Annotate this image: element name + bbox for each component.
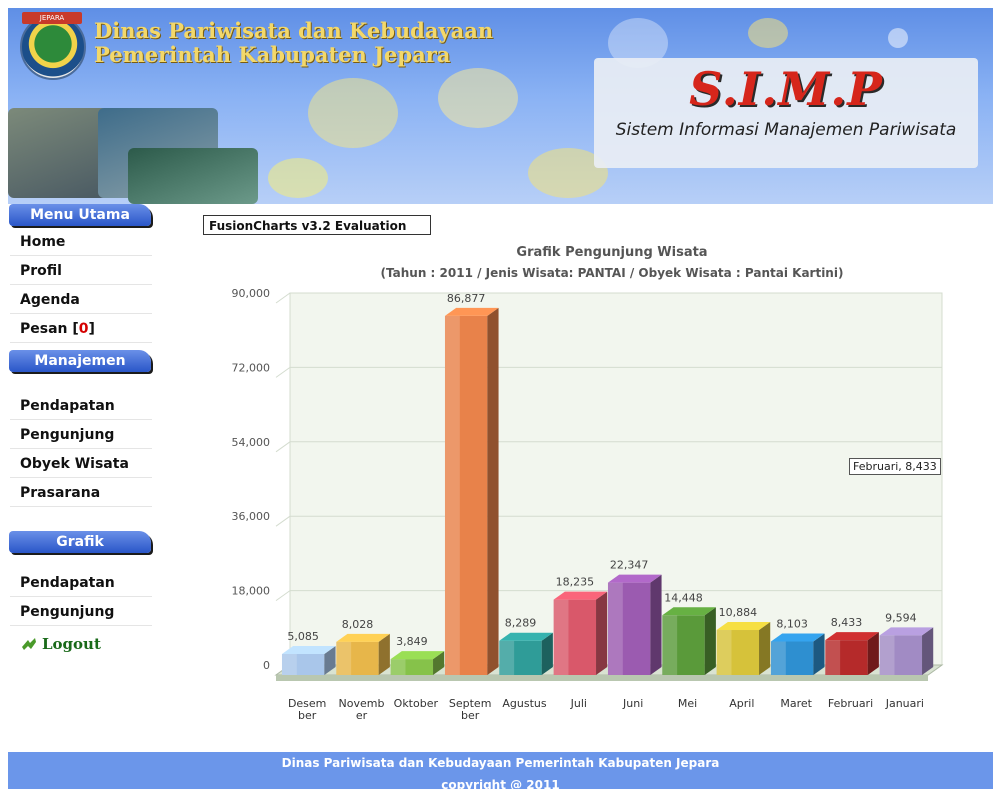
bar-value-label: 22,347: [610, 559, 649, 572]
y-tick-label: 72,000: [232, 361, 271, 374]
y-tick-label: 0: [263, 659, 270, 672]
bar-highlight: [390, 659, 406, 675]
bar-side: [922, 627, 934, 675]
bar-value-label: 18,235: [556, 576, 595, 589]
bar-side: [759, 622, 771, 675]
bar-side: [650, 574, 662, 675]
y-tick-label: 36,000: [232, 510, 271, 523]
grid-line-depth: [275, 441, 291, 453]
y-tick-label: 18,000: [232, 585, 271, 598]
bar-value-label: 10,884: [719, 606, 758, 619]
footer: Dinas Pariwisata dan Kebudayaan Pemerint…: [8, 752, 993, 792]
bar-highlight: [281, 653, 297, 675]
bar-value-label: 3,849: [396, 635, 428, 648]
bar-value-label: 8,103: [776, 618, 808, 631]
y-tick-label: 54,000: [232, 436, 271, 449]
bar-value-label: 5,085: [287, 630, 319, 643]
x-tick-label: ber: [461, 709, 480, 722]
bar-side: [704, 607, 716, 675]
x-tick-label: Mei: [678, 697, 697, 710]
bar-side: [596, 591, 608, 675]
x-tick-label: er: [356, 709, 368, 722]
footer-copyright: copyright @ 2011: [441, 778, 560, 792]
plot-floor-edge: [276, 675, 928, 681]
footer-line1: Dinas Pariwisata dan Kebudayaan Pemerint…: [281, 756, 720, 770]
x-tick-label: Maret: [780, 697, 812, 710]
bar-highlight: [336, 641, 352, 675]
x-tick-label: Oktober: [394, 697, 439, 710]
chart-tooltip: Februari, 8,433: [849, 458, 941, 475]
chart-canvas: 018,00036,00054,00072,00090,0005,085Dese…: [232, 287, 944, 722]
bar-highlight: [444, 315, 460, 675]
bar-highlight: [770, 641, 786, 675]
bar-value-label: 8,028: [342, 618, 374, 631]
bar-value-label: 8,289: [505, 617, 537, 630]
x-tick-label: ber: [298, 709, 317, 722]
bar-highlight: [716, 630, 732, 675]
bar-highlight: [662, 615, 678, 675]
bar-value-label: 8,433: [831, 616, 863, 629]
y-tick-label: 90,000: [232, 287, 271, 300]
bar-highlight: [499, 640, 515, 675]
x-tick-label: Agustus: [502, 697, 546, 710]
grid-line-depth: [275, 292, 291, 304]
x-tick-label: Januari: [885, 697, 924, 710]
grid-line-depth: [275, 515, 291, 527]
x-tick-label: Juni: [622, 697, 643, 710]
grid-line-depth: [275, 590, 291, 602]
bar-highlight: [879, 635, 895, 675]
grid-line-depth: [275, 366, 291, 378]
bar-highlight: [607, 582, 623, 675]
bar-value-label: 9,594: [885, 611, 917, 624]
bar-value-label: 14,448: [664, 591, 703, 604]
x-tick-label: Juli: [570, 697, 587, 710]
bar-highlight: [825, 640, 841, 675]
x-tick-label: April: [729, 697, 754, 710]
bar-highlight: [553, 599, 569, 675]
bar-side: [487, 307, 499, 675]
bar-value-label: 86,877: [447, 292, 486, 305]
x-tick-label: Februari: [828, 697, 873, 710]
